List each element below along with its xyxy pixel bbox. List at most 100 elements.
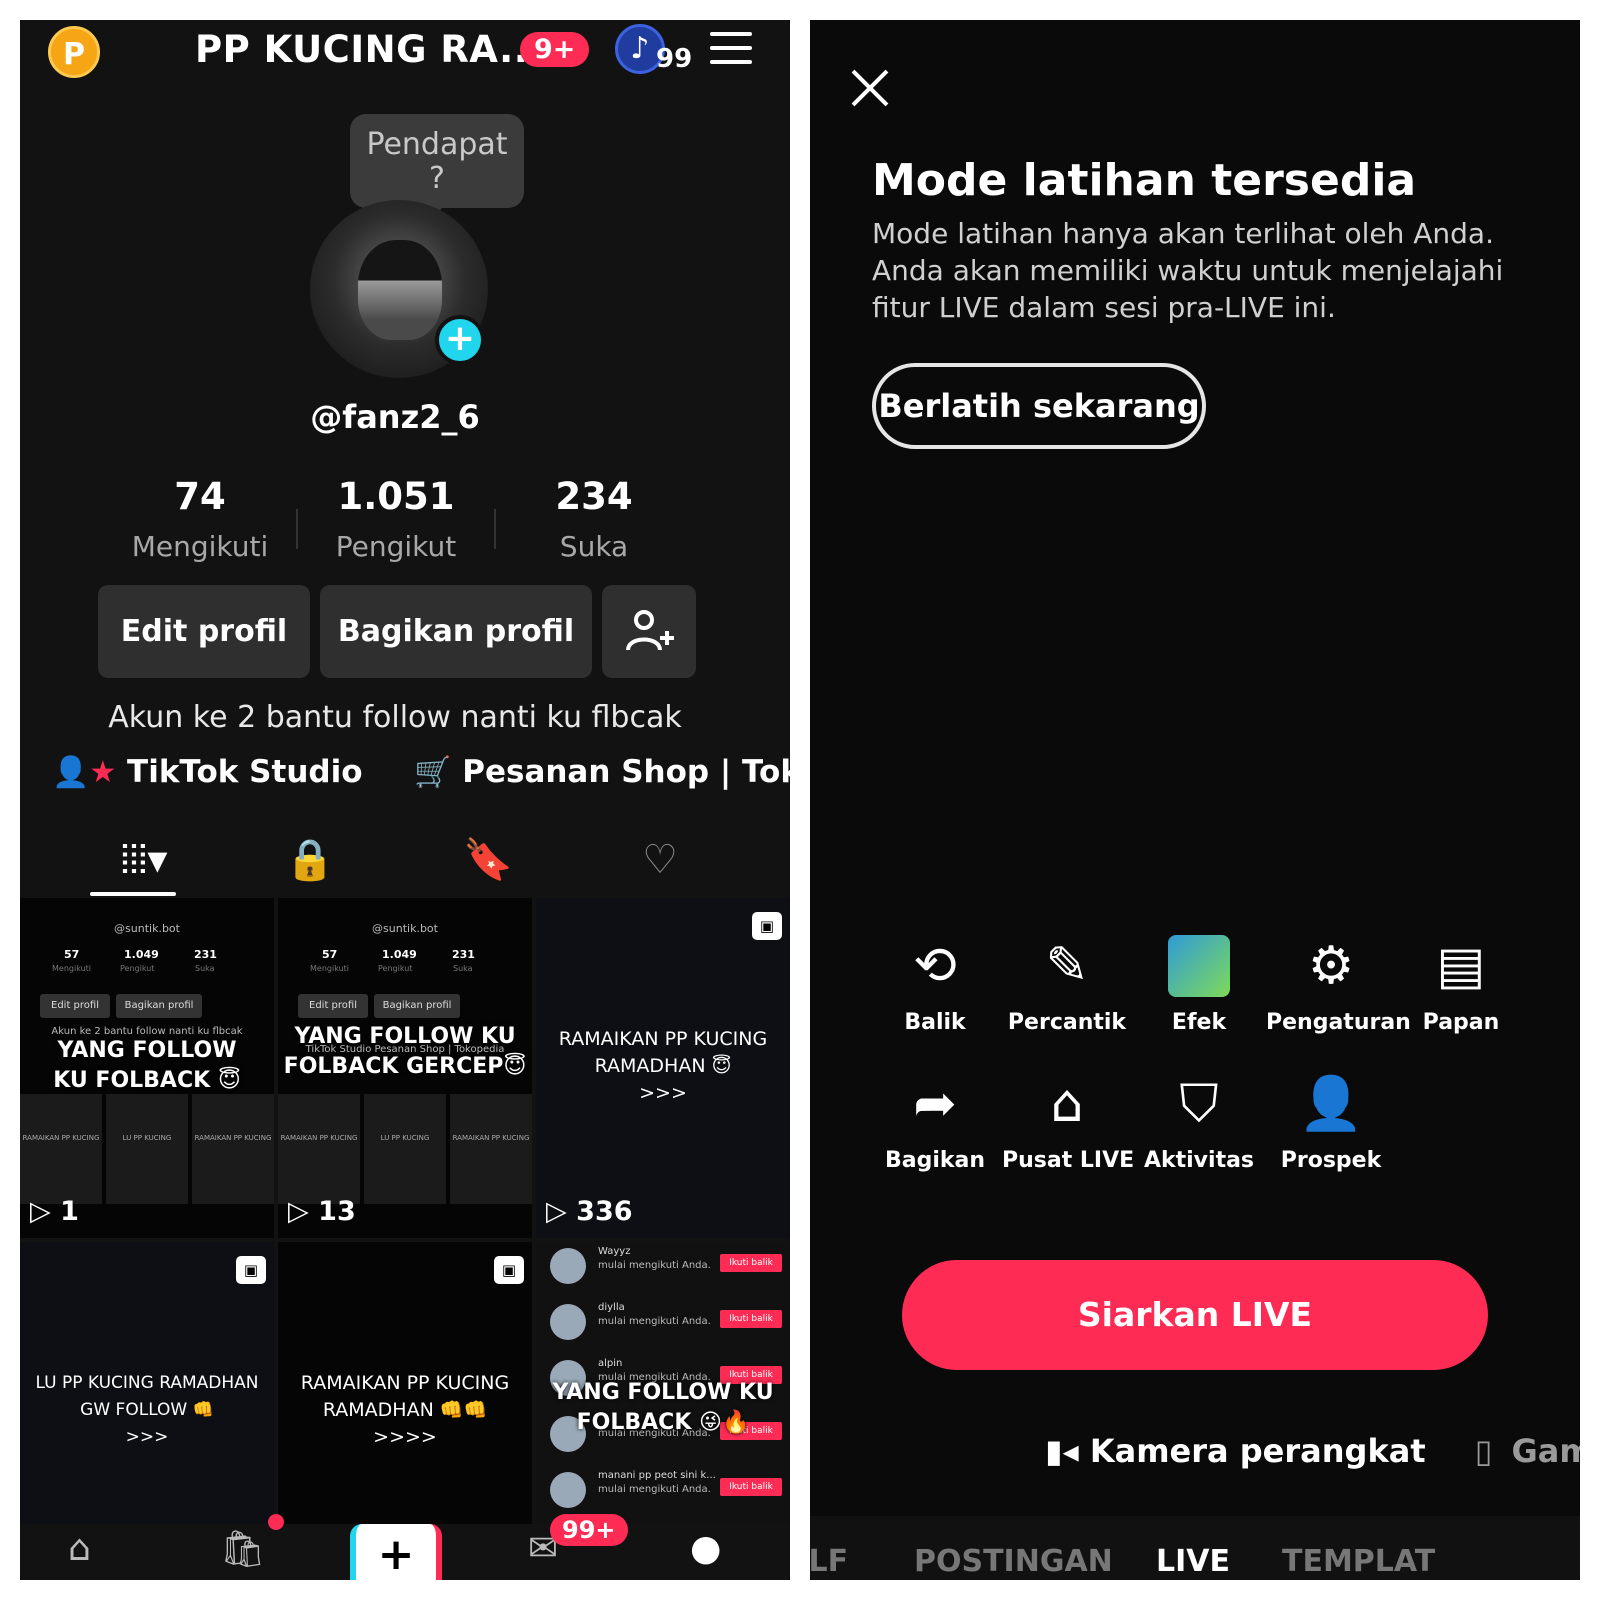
menu-icon[interactable] <box>710 32 752 64</box>
video-camera-icon: ▮◂ <box>1045 1432 1079 1470</box>
mini-notif-msg: mulai mengikuti Anda. <box>598 1316 711 1327</box>
mini-notification-row: manani pp peot sini k... mulai mengikuti… <box>544 1466 784 1520</box>
magic-wand-icon: ✎ <box>1045 936 1089 996</box>
edit-profile-button[interactable]: Edit profil <box>98 585 310 678</box>
create-plus-button[interactable]: + <box>350 1524 442 1580</box>
practice-mode-description: Mode latihan hanya akan terlihat oleh An… <box>872 217 1504 324</box>
go-live-button[interactable]: Siarkan LIVE <box>902 1260 1488 1370</box>
mini-thumb: RAMAIKAN PP KUCING <box>20 1094 102 1204</box>
tab-liked-heart-icon[interactable]: ♡ <box>620 830 700 890</box>
mode-template[interactable]: TEMPLAT <box>1282 1544 1435 1579</box>
add-avatar-plus-icon[interactable]: + <box>435 315 485 365</box>
photo-post-icon: ▣ <box>494 1256 524 1284</box>
close-icon[interactable] <box>850 68 890 108</box>
tool-label: Bagikan <box>884 1148 986 1173</box>
tool-label: Papan <box>1422 1010 1500 1035</box>
mini-thumb: LU PP KUCING <box>364 1094 446 1204</box>
mini-stat-value: 231 <box>452 948 475 961</box>
tool-share[interactable]: ➦ Bagikan <box>870 1068 1000 1173</box>
share-profile-button[interactable]: Bagikan profil <box>320 585 592 678</box>
video-tile[interactable]: ▣ RAMAIKAN PP KUCING RAMADHAN 😇 >>> ▷ 33… <box>536 898 790 1238</box>
tool-effects[interactable]: Efek <box>1134 930 1264 1035</box>
live-source-selector: ▮◂ Kamera perangkat ▯ Game se <box>1045 1432 1580 1470</box>
tool-flip[interactable]: ⟲ Balik <box>870 930 1000 1035</box>
mini-thumb: RAMAIKAN PP KUCING <box>450 1094 532 1204</box>
tool-beautify[interactable]: ✎ Percantik <box>1002 930 1132 1035</box>
opinion-bubble-text: Pendapat ? <box>366 127 508 196</box>
mini-stat-label: Mengikuti <box>52 964 92 973</box>
view-count-value: 13 <box>318 1196 356 1227</box>
shop-red-dot <box>268 1514 284 1530</box>
points-coin-icon[interactable]: P <box>48 26 100 78</box>
mode-post[interactable]: POSTINGAN <box>914 1544 1113 1579</box>
view-count: ▷ 13 <box>288 1196 356 1227</box>
stat-label: Pengikut <box>335 530 457 563</box>
mini-notif-msg: mulai mengikuti Anda. <box>598 1260 711 1271</box>
video-grid: @suntik.bot 57 1.049 231 Mengikuti Pengi… <box>20 898 790 1580</box>
mini-stat-value: 57 <box>322 948 338 961</box>
stat-label: Suka <box>559 530 629 563</box>
video-overlay-title: YANG FOLLOW KU FOLBACK 😜🔥 <box>552 1380 774 1435</box>
shopping-cart-icon: 🛒 <box>414 755 452 790</box>
shop-orders-link[interactable]: Pesanan Shop | Tokopedia <box>462 754 790 790</box>
video-tile[interactable]: @suntik.bot 57 1.049 231 Mengikuti Pengi… <box>278 898 532 1238</box>
stat-value: 234 <box>555 475 633 518</box>
active-tab-indicator <box>90 892 176 896</box>
tiktok-studio-link[interactable]: TikTok Studio <box>127 754 362 790</box>
tool-settings[interactable]: ⚙ Pengaturan <box>1266 930 1411 1035</box>
mini-stat-label: Pengikut <box>120 964 155 973</box>
stat-likes[interactable]: 234 Suka <box>504 475 684 563</box>
video-caption: RAMAIKAN PP KUCING RAMADHAN 😇 >>> <box>558 1028 768 1104</box>
mini-stat-value: 1.049 <box>124 948 159 961</box>
board-icon: ▤ <box>1436 936 1486 996</box>
mini-stat-label: Pengikut <box>378 964 413 973</box>
video-overlay-title: YANG FOLLOW KU FOLBACK 😇 <box>53 1038 241 1093</box>
mode-live[interactable]: LIVE <box>1156 1544 1230 1579</box>
gear-icon: ⚙ <box>1307 936 1355 996</box>
opinion-bubble[interactable]: Pendapat ? <box>350 114 524 222</box>
flip-camera-icon: ⟲ <box>913 936 957 996</box>
tab-private-lock-icon[interactable]: 🔒 <box>270 830 350 890</box>
mode-selfie[interactable]: ELF <box>810 1544 848 1579</box>
source-device-camera[interactable]: Kamera perangkat <box>1090 1432 1426 1470</box>
tool-activity[interactable]: ⛉ Aktivitas <box>1134 1068 1264 1173</box>
live-center-icon: ⌂ <box>1050 1074 1084 1134</box>
bottom-navigation: ⌂ 🛍 + ✉ 99+ ● <box>20 1514 790 1580</box>
tool-board[interactable]: ▤ Papan <box>1396 930 1526 1035</box>
profile-links: 👤★ TikTok Studio 🛒 Pesanan Shop | Tokope… <box>52 754 790 790</box>
view-count: ▷ 1 <box>30 1196 79 1227</box>
tool-prospect[interactable]: 👤 Prospek <box>1266 1068 1396 1173</box>
tool-label: Balik <box>904 1010 966 1035</box>
coin-count: 99 <box>656 44 693 74</box>
stat-following[interactable]: 74 Mengikuti <box>110 475 290 563</box>
mini-stat-label: Suka <box>453 964 473 973</box>
mini-edit-button: Edit profil <box>40 994 110 1018</box>
tab-saved-bookmark-icon[interactable]: 🔖 <box>448 830 528 890</box>
tool-label: Pengaturan <box>1266 1010 1411 1035</box>
video-caption: LU PP KUCING RAMADHAN GW FOLLOW 👊 >>> <box>35 1373 259 1447</box>
stat-followers[interactable]: 1.051 Pengikut <box>306 475 486 563</box>
mini-stat-label: Suka <box>195 964 215 973</box>
mini-avatar <box>550 1472 586 1508</box>
studio-person-star-icon: 👤★ <box>52 755 117 790</box>
stat-value: 1.051 <box>337 475 455 518</box>
mini-handle: @suntik.bot <box>372 922 438 935</box>
view-count: ▷ 336 <box>546 1196 633 1227</box>
video-tile[interactable]: @suntik.bot 57 1.049 231 Mengikuti Pengi… <box>20 898 274 1238</box>
home-icon[interactable]: ⌂ <box>68 1528 91 1569</box>
mini-follow-back: Ikuti balik <box>720 1254 782 1272</box>
add-friend-button[interactable] <box>602 585 696 678</box>
mini-follow-back: Ikuti balik <box>720 1310 782 1328</box>
mini-stat-value: 231 <box>194 948 217 961</box>
mini-thumb: RAMAIKAN PP KUCING <box>278 1094 360 1204</box>
mini-notif-name: diylla <box>598 1302 625 1313</box>
source-mobile-game[interactable]: Game se <box>1512 1432 1581 1470</box>
profile-title[interactable]: PP KUCING RA... <box>195 28 543 71</box>
shop-bag-icon[interactable]: 🛍 <box>220 1528 266 1570</box>
profile-nav-icon[interactable]: ● <box>690 1528 721 1569</box>
notification-badge[interactable]: 9+ <box>520 32 590 67</box>
tab-videos-grid-icon[interactable]: ⦙⦙⦙▾ <box>104 830 184 890</box>
tool-live-center[interactable]: ⌂ Pusat LIVE <box>1002 1068 1134 1173</box>
activity-shield-icon: ⛉ <box>1179 1074 1219 1134</box>
practice-now-button[interactable]: Berlatih sekarang <box>872 363 1206 449</box>
